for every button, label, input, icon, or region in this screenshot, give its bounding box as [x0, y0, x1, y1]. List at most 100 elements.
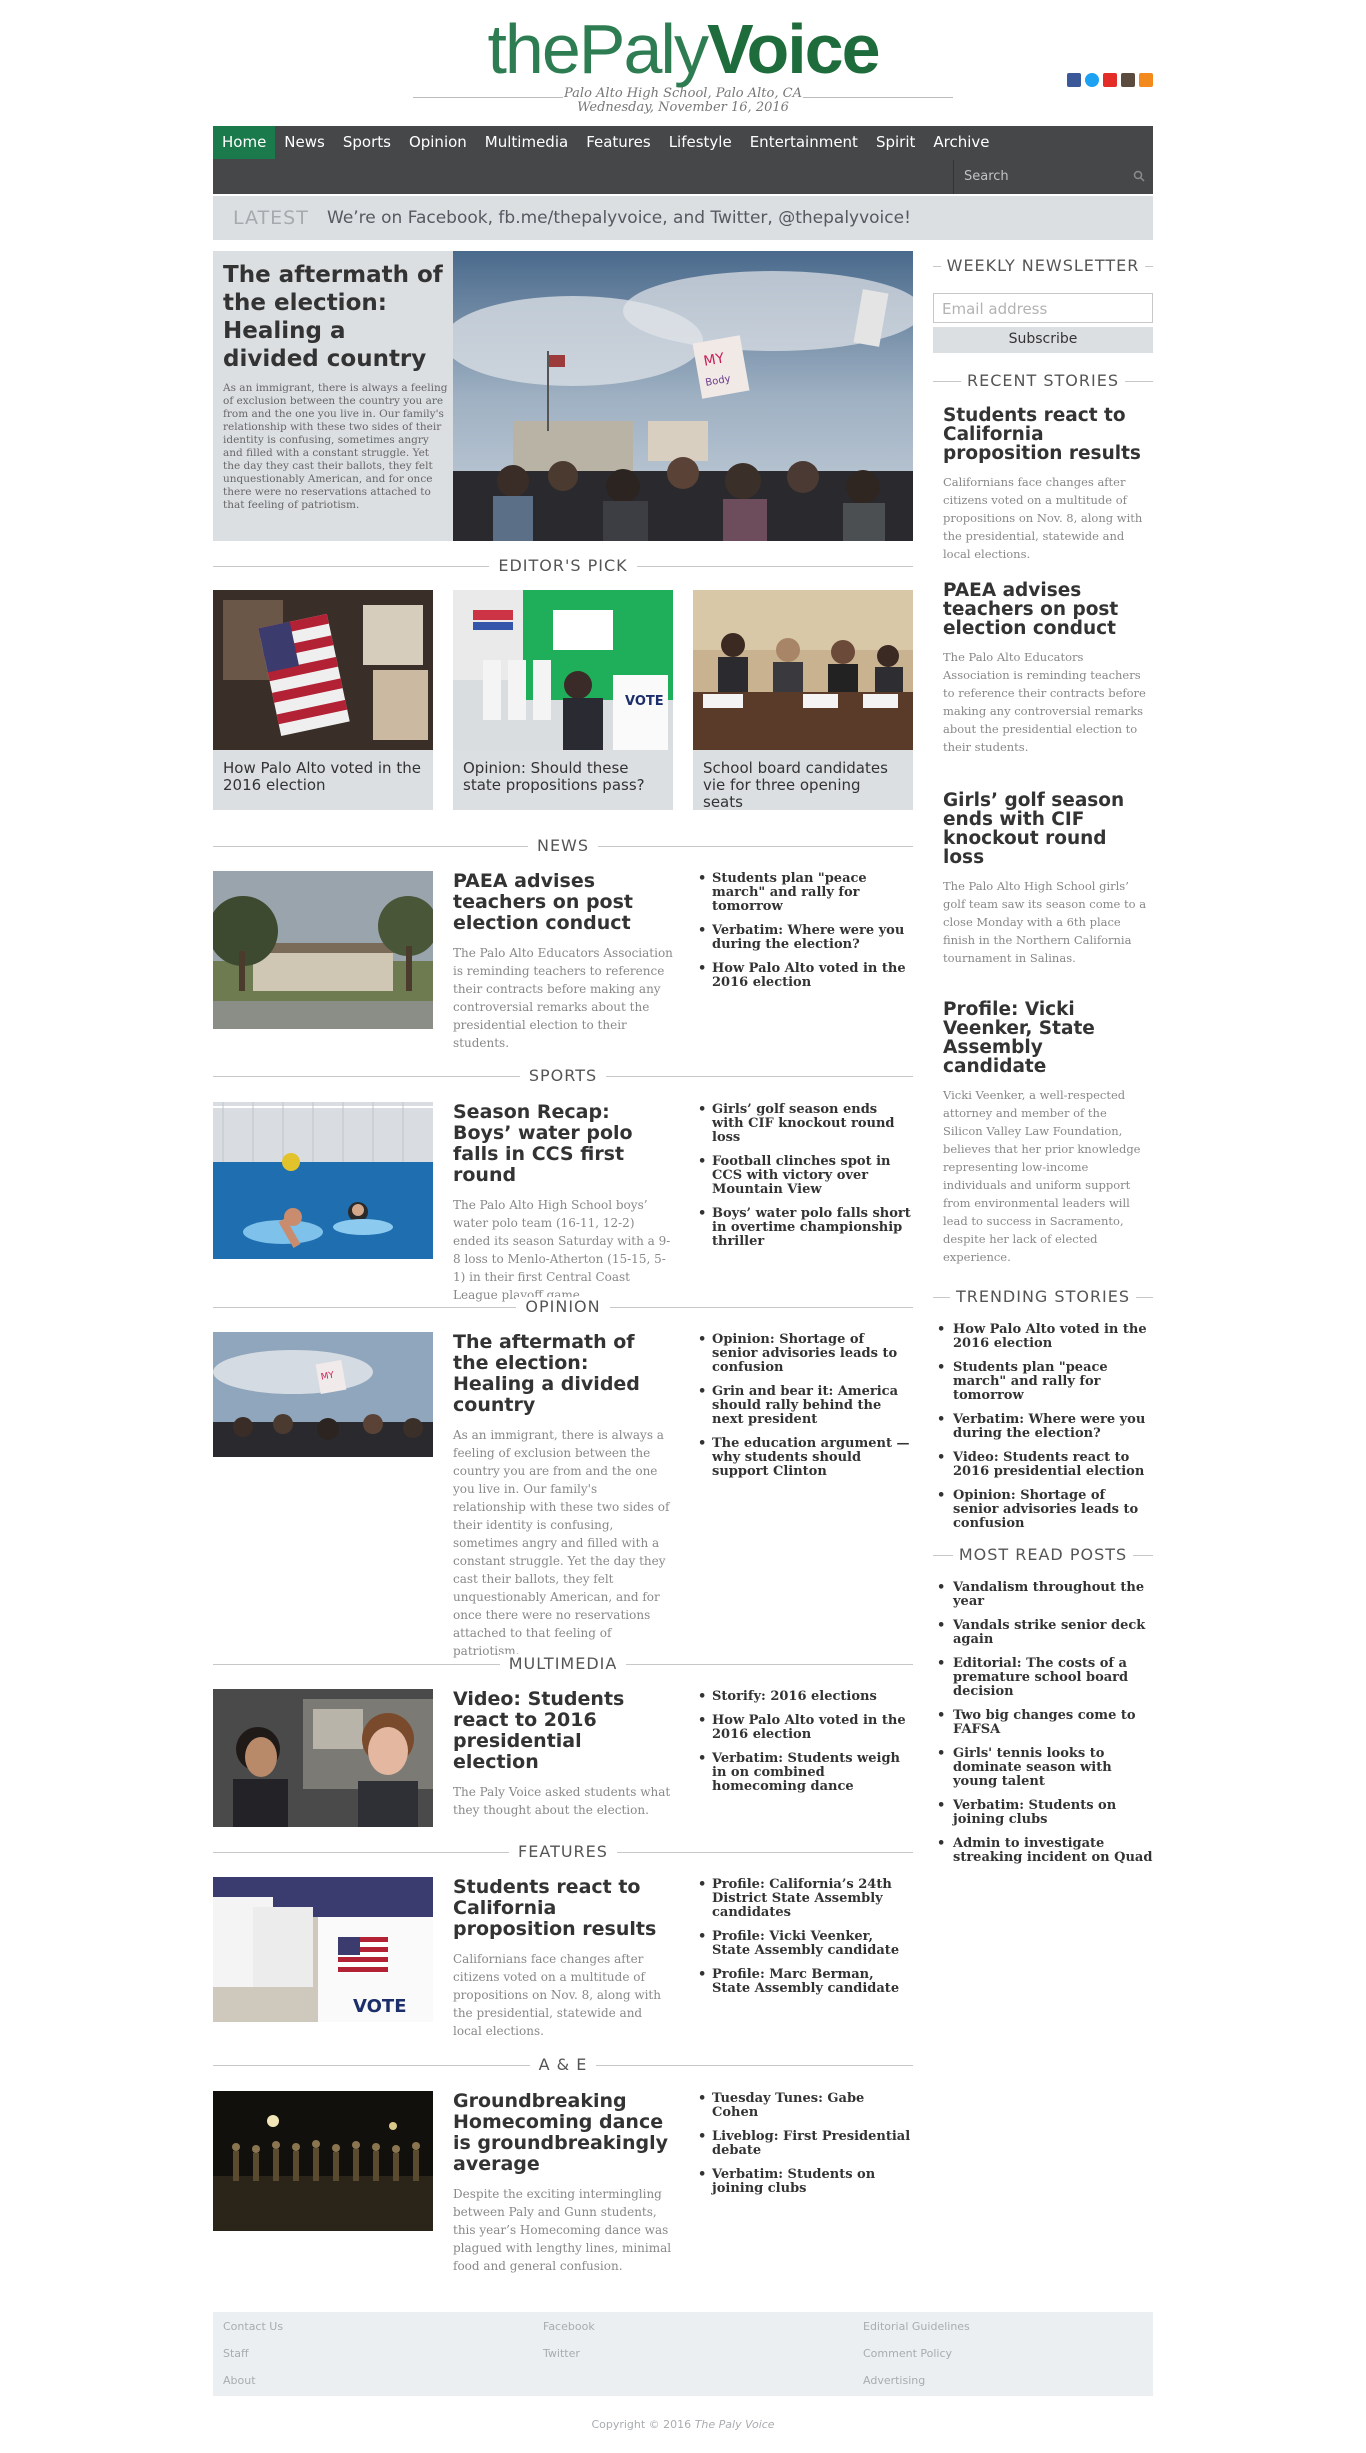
nav-item-archive[interactable]: Archive — [924, 126, 998, 159]
footer-link-advertising[interactable]: Advertising — [863, 2374, 925, 2387]
hero-image[interactable]: MY Body — [453, 251, 913, 541]
search-icon[interactable] — [1133, 170, 1145, 182]
editors-pick-card[interactable]: How Palo Alto voted in the 2016 election — [213, 590, 433, 810]
features-related-link[interactable]: Profile: California’s 24th District Stat… — [698, 1878, 913, 1920]
most-read-item[interactable]: Girls' tennis looks to dominate season w… — [933, 1747, 1153, 1789]
section-heading-features: FEATURES — [213, 1842, 913, 1862]
recent-story-excerpt: Vicki Veenker, a well-respected attorney… — [943, 1088, 1141, 1264]
opinion-lead-title[interactable]: The aftermath of the election: Healing a… — [453, 1332, 673, 1416]
news-related-link[interactable]: How Palo Alto voted in the 2016 election — [698, 962, 913, 990]
footer-link-staff[interactable]: Staff — [223, 2347, 249, 2360]
features-heading[interactable]: FEATURES — [509, 1842, 617, 1861]
most-read-item[interactable]: Editorial: The costs of a premature scho… — [933, 1657, 1153, 1699]
most-read-item[interactable]: Admin to investigate streaking incident … — [933, 1837, 1153, 1865]
ae-lead-title[interactable]: Groundbreaking Homecoming dance is groun… — [453, 2091, 673, 2175]
footer-link-twitter[interactable]: Twitter — [543, 2347, 580, 2360]
twitter-icon[interactable] — [1085, 73, 1099, 87]
instagram-icon[interactable] — [1121, 73, 1135, 87]
editors-pick-card[interactable]: VOTE Opinion: Should these state proposi… — [453, 590, 673, 810]
ae-thumbnail[interactable] — [213, 2091, 433, 2231]
search-input[interactable]: Search — [953, 160, 1153, 194]
nav-item-lifestyle[interactable]: Lifestyle — [660, 126, 741, 159]
opinion-related-link[interactable]: Grin and bear it: America should rally b… — [698, 1385, 913, 1427]
features-related-link[interactable]: Profile: Marc Berman, State Assembly can… — [698, 1968, 913, 1996]
site-logo[interactable]: thePalyVoice — [213, 14, 1153, 84]
facebook-icon[interactable] — [1067, 73, 1081, 87]
trending-item[interactable]: How Palo Alto voted in the 2016 election — [933, 1323, 1153, 1351]
features-thumbnail[interactable]: VOTE — [213, 1877, 433, 2022]
nav-item-entertainment[interactable]: Entertainment — [741, 126, 867, 159]
sports-related-link[interactable]: Football clinches spot in CCS with victo… — [698, 1155, 913, 1197]
most-read-item[interactable]: Vandalism throughout the year — [933, 1581, 1153, 1609]
recent-story-title[interactable]: PAEA advises teachers on post election c… — [943, 581, 1148, 638]
youtube-icon[interactable] — [1103, 73, 1117, 87]
footer-link-editorial-guidelines[interactable]: Editorial Guidelines — [863, 2320, 970, 2333]
news-related-link[interactable]: Students plan "peace march" and rally fo… — [698, 872, 913, 914]
subscribe-button[interactable]: Subscribe — [933, 327, 1153, 353]
sports-thumbnail[interactable] — [213, 1102, 433, 1259]
multimedia-related-link[interactable]: How Palo Alto voted in the 2016 election — [698, 1714, 913, 1742]
editors-pick-heading: EDITOR'S PICK — [489, 556, 637, 575]
multimedia-related-link[interactable]: Storify: 2016 elections — [698, 1690, 913, 1705]
hero-story[interactable]: The aftermath of the election: Healing a… — [213, 251, 913, 541]
nav-item-features[interactable]: Features — [577, 126, 660, 159]
multimedia-lead-story: Video: Students react to 2016 presidenti… — [453, 1689, 673, 1819]
trending-item[interactable]: Video: Students react to 2016 presidenti… — [933, 1451, 1153, 1479]
editors-pick-card[interactable]: School board candidates vie for three op… — [693, 590, 913, 811]
opinion-heading[interactable]: OPINION — [516, 1297, 610, 1316]
news-related-link[interactable]: Verbatim: Where were you during the elec… — [698, 924, 913, 952]
recent-story-title[interactable]: Profile: Vicki Veenker, State Assembly c… — [943, 1000, 1148, 1076]
multimedia-lead-title[interactable]: Video: Students react to 2016 presidenti… — [453, 1689, 673, 1773]
nav-item-opinion[interactable]: Opinion — [400, 126, 476, 159]
sports-heading[interactable]: SPORTS — [519, 1066, 607, 1085]
nav-item-sports[interactable]: Sports — [334, 126, 400, 159]
editors-pick-caption[interactable]: How Palo Alto voted in the 2016 election — [213, 750, 433, 804]
footer-link-contact[interactable]: Contact Us — [223, 2320, 283, 2333]
latest-message[interactable]: We’re on Facebook, fb.me/thepalyvoice, a… — [327, 208, 911, 228]
editors-pick-caption[interactable]: Opinion: Should these state propositions… — [453, 750, 673, 804]
news-thumbnail[interactable] — [213, 871, 433, 1029]
most-read-item[interactable]: Two big changes come to FAFSA — [933, 1709, 1153, 1737]
editors-pick-image-voting[interactable]: VOTE — [453, 590, 673, 750]
nav-item-home[interactable]: Home — [213, 126, 276, 159]
hero-excerpt: As an immigrant, there is always a feeli… — [223, 382, 448, 511]
email-field[interactable]: Email address — [933, 293, 1153, 323]
ae-related-link[interactable]: Verbatim: Students on joining clubs — [698, 2168, 913, 2196]
ae-related-link[interactable]: Tuesday Tunes: Gabe Cohen — [698, 2092, 913, 2120]
features-related-link[interactable]: Profile: Vicki Veenker, State Assembly c… — [698, 1930, 913, 1958]
features-lead-title[interactable]: Students react to California proposition… — [453, 1877, 673, 1940]
news-heading[interactable]: NEWS — [527, 836, 599, 855]
sports-related-link[interactable]: Girls’ golf season ends with CIF knockou… — [698, 1103, 913, 1145]
trending-item[interactable]: Verbatim: Where were you during the elec… — [933, 1413, 1153, 1441]
rss-icon[interactable] — [1139, 73, 1153, 87]
recent-story-title[interactable]: Students react to California proposition… — [943, 406, 1148, 463]
ae-related-link[interactable]: Liveblog: First Presidential debate — [698, 2130, 913, 2158]
copyright-prefix: Copyright © 2016 — [591, 2418, 692, 2431]
opinion-related-link[interactable]: Opinion: Shortage of senior advisories l… — [698, 1333, 913, 1375]
sports-related-link[interactable]: Boys’ water polo falls short in overtime… — [698, 1207, 913, 1249]
editors-pick-image-flag[interactable] — [213, 590, 433, 750]
news-lead-title[interactable]: PAEA advises teachers on post election c… — [453, 871, 673, 934]
most-read-item[interactable]: Verbatim: Students on joining clubs — [933, 1799, 1153, 1827]
hero-title[interactable]: The aftermath of the election: Healing a… — [223, 261, 448, 373]
footer-link-comment-policy[interactable]: Comment Policy — [863, 2347, 952, 2360]
sports-lead-title[interactable]: Season Recap: Boys’ water polo falls in … — [453, 1102, 673, 1186]
multimedia-thumbnail[interactable] — [213, 1689, 433, 1827]
trending-item[interactable]: Students plan "peace march" and rally fo… — [933, 1361, 1153, 1403]
nav-item-news[interactable]: News — [275, 126, 334, 159]
editors-pick-image-school-board[interactable] — [693, 590, 913, 750]
opinion-related-link[interactable]: The education argument — why students sh… — [698, 1437, 913, 1479]
footer-link-about[interactable]: About — [223, 2374, 256, 2387]
multimedia-heading[interactable]: MULTIMEDIA — [499, 1654, 627, 1673]
multimedia-related-link[interactable]: Verbatim: Students weigh in on combined … — [698, 1752, 913, 1794]
opinion-thumbnail[interactable]: MY — [213, 1332, 433, 1457]
nav-item-multimedia[interactable]: Multimedia — [476, 126, 577, 159]
ae-heading[interactable]: A & E — [529, 2055, 597, 2074]
editors-pick-caption[interactable]: School board candidates vie for three op… — [693, 750, 913, 821]
footer-link-facebook[interactable]: Facebook — [543, 2320, 595, 2333]
nav-item-spirit[interactable]: Spirit — [867, 126, 924, 159]
most-read-item[interactable]: Vandals strike senior deck again — [933, 1619, 1153, 1647]
recent-story-title[interactable]: Girls’ golf season ends with CIF knockou… — [943, 791, 1148, 867]
recent-story-excerpt: Californians face changes after citizens… — [943, 475, 1143, 561]
trending-item[interactable]: Opinion: Shortage of senior advisories l… — [933, 1489, 1153, 1531]
